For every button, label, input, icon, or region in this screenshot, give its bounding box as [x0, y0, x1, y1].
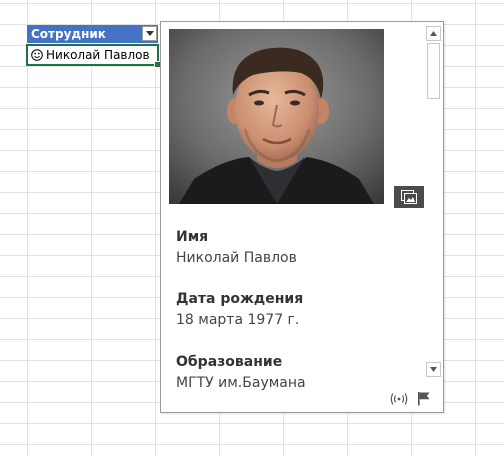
- column-header-cell[interactable]: Сотрудник: [27, 25, 158, 43]
- flag-icon[interactable]: [417, 391, 431, 406]
- scroll-down-button[interactable]: [426, 362, 441, 377]
- header-cell-text: Сотрудник: [31, 27, 106, 41]
- data-type-card: Имя Николай Павлов Дата рождения 18 март…: [160, 21, 444, 413]
- image-gallery-icon: [401, 190, 417, 204]
- scroll-down-icon: [430, 367, 437, 372]
- person-photo: [169, 29, 384, 204]
- field-value-birthdate: 18 марта 1977 г.: [176, 312, 300, 328]
- field-value-name: Николай Павлов: [176, 250, 297, 266]
- filter-dropdown-button[interactable]: [142, 26, 157, 41]
- broadcast-icon[interactable]: [390, 392, 408, 406]
- card-scrollbar[interactable]: [426, 26, 441, 377]
- field-label-education: Образование: [176, 354, 283, 370]
- worksheet-grid[interactable]: Сотрудник Николай Павлов Имя Николай Пав…: [0, 0, 504, 456]
- smiley-icon: [31, 48, 43, 61]
- image-gallery-button[interactable]: [394, 186, 424, 208]
- scroll-thumb[interactable]: [427, 43, 440, 99]
- field-label-name: Имя: [176, 229, 209, 245]
- cell-value-text: Николай Павлов: [46, 48, 150, 62]
- scroll-up-icon: [430, 31, 437, 36]
- field-value-education: МГТУ им.Баумана: [176, 375, 306, 391]
- field-label-birthdate: Дата рождения: [176, 291, 304, 307]
- scroll-up-button[interactable]: [426, 26, 441, 41]
- selected-cell[interactable]: Николай Павлов: [26, 44, 161, 68]
- dropdown-arrow-icon: [146, 31, 154, 36]
